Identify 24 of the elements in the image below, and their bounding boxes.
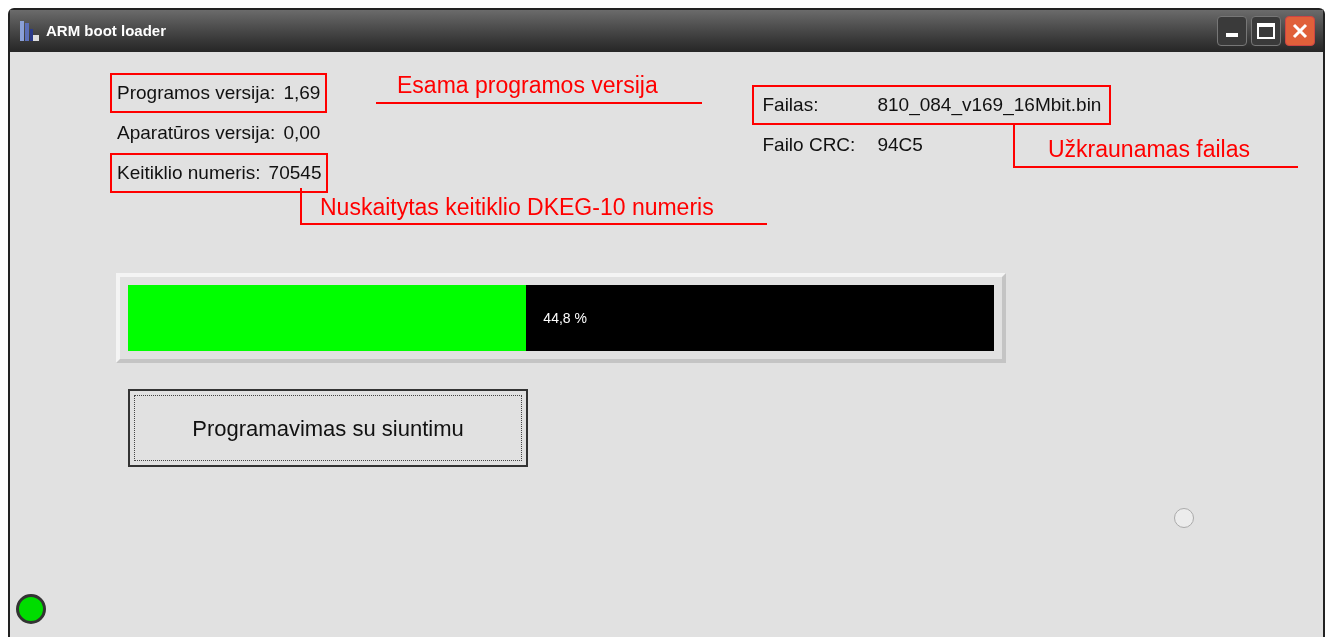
maximize-button[interactable]: [1251, 16, 1281, 46]
maximize-icon: [1257, 23, 1275, 39]
close-icon: [1291, 22, 1309, 40]
annotation-text: Užkraunamas failas: [1048, 136, 1250, 162]
field-label: Failas:: [762, 92, 820, 117]
window-title: ARM boot loader: [46, 20, 166, 41]
close-button[interactable]: [1285, 16, 1315, 46]
progress-percent: 44,8 %: [543, 308, 587, 328]
field-label: Programos versija:: [117, 81, 276, 103]
annotation-text: Esama programos versija: [397, 72, 658, 98]
annotation-text: Nuskaitytas keitiklio DKEG-10 numeris: [320, 194, 714, 220]
field-value: 0,00: [283, 121, 321, 143]
program-button[interactable]: Programavimas su siuntimu: [128, 389, 528, 467]
field-label: Keitiklio numeris:: [117, 161, 261, 183]
field-label: Aparatūros versija:: [117, 121, 276, 143]
minimize-icon: [1226, 33, 1238, 37]
field-label: Failo CRC:: [762, 132, 857, 157]
app-icon: [18, 19, 42, 43]
radio-button[interactable]: [1174, 508, 1194, 528]
field-value: 70545: [268, 161, 322, 183]
field-value: 94C5: [877, 132, 923, 157]
field-value: 1,69: [283, 81, 321, 103]
field-value: 810_084_v169_16Mbit.bin: [877, 92, 1102, 118]
minimize-button[interactable]: [1217, 16, 1247, 46]
